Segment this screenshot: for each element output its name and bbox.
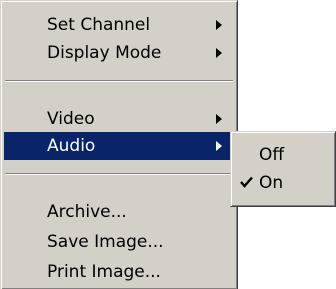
menu-item-archive[interactable]: Archive... [4,198,234,226]
checkmark-icon [240,176,253,188]
menu-item-label: Print Image... [47,262,161,282]
menu-item-label: Audio [47,136,96,156]
menu-item-save-image[interactable]: Save Image... [4,228,234,256]
menu-item-print-image[interactable]: Print Image... [4,258,234,286]
menu-item-label: Archive... [47,202,127,222]
submenu-item-on[interactable]: On [234,169,332,197]
context-menu: Set Channel Display Mode Video Audio Arc… [0,0,238,289]
audio-submenu: Off On [230,131,336,207]
menu-item-label: Video [47,109,95,129]
chevron-right-icon [216,141,222,151]
menu-item-audio[interactable]: Audio [4,132,234,160]
menu-item-label: Set Channel [47,15,151,35]
submenu-item-label: On [259,173,284,193]
chevron-right-icon [216,20,222,30]
menu-item-video[interactable]: Video [4,105,234,133]
menu-item-display-mode[interactable]: Display Mode [4,39,234,67]
submenu-item-off[interactable]: Off [234,141,332,169]
chevron-right-icon [216,114,222,124]
menu-separator [5,80,233,82]
submenu-item-label: Off [259,145,285,165]
menu-separator [5,173,233,175]
menu-item-label: Display Mode [47,43,162,63]
menu-item-set-channel[interactable]: Set Channel [4,11,234,39]
chevron-right-icon [216,48,222,58]
menu-item-label: Save Image... [47,232,164,252]
